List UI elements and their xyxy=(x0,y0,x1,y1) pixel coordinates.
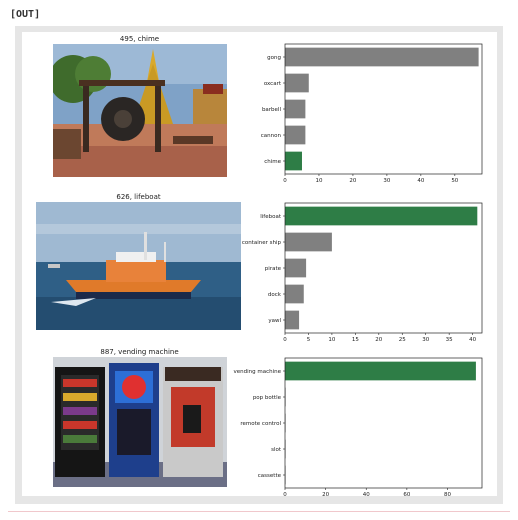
category-label: lifeboat xyxy=(260,214,282,220)
prediction-row-2: 626, lifeboat lifeboat container ship pira… xyxy=(22,191,497,343)
category-label: yawl xyxy=(268,318,281,324)
x-tick-label: 50 xyxy=(451,178,458,184)
bar-gong xyxy=(285,47,479,67)
x-tick-label: 80 xyxy=(444,492,451,498)
x-tick-label: 20 xyxy=(322,492,329,498)
prediction-bar-chart-3: vending machine pop bottle remote control s… xyxy=(233,357,483,498)
x-tick-label: 5 xyxy=(307,337,311,343)
bar-chime xyxy=(285,151,302,171)
prediction-row-3: 887, vending machine vending machine pop … xyxy=(22,346,497,498)
category-label: oxcart xyxy=(264,81,282,87)
prediction-bar-chart-1: gong oxcart barbell cannon chime 0 10 20 30 40 50 xyxy=(261,43,483,184)
category-label: vending machine xyxy=(233,369,281,375)
output-panel: 495, chime gong oxcart barbell cannon chime 0… xyxy=(22,32,497,498)
category-label: gong xyxy=(267,55,281,61)
bar-pirate xyxy=(285,258,307,278)
bar-yawl xyxy=(285,310,300,330)
category-label: cannon xyxy=(261,133,282,139)
bar-container-ship xyxy=(285,232,332,252)
image-title: 887, vending machine xyxy=(100,348,179,356)
temple-gong-photo xyxy=(53,44,227,177)
x-tick-label: 15 xyxy=(352,337,359,343)
cell-bottom-border xyxy=(8,511,510,512)
prediction-row-1: 495, chime gong oxcart barbell cannon chime 0… xyxy=(22,32,497,184)
image-title: 495, chime xyxy=(119,35,160,43)
x-tick-label: 35 xyxy=(446,337,453,343)
x-tick-label: 40 xyxy=(469,337,476,343)
x-tick-label: 10 xyxy=(315,178,322,184)
bar-oxcart xyxy=(285,73,309,93)
bar-cannon xyxy=(285,125,306,145)
vending-machines-photo xyxy=(53,357,227,487)
cell-output-label: [OUT] xyxy=(10,9,41,20)
bar-dock xyxy=(285,284,304,304)
image-title: 626, lifeboat xyxy=(116,193,161,201)
x-tick-label: 10 xyxy=(328,337,335,343)
x-tick-label: 0 xyxy=(283,178,287,184)
bar-barbell xyxy=(285,99,306,119)
category-label: slot xyxy=(271,447,282,453)
bar-vending-machine xyxy=(285,361,476,381)
category-label: remote control xyxy=(240,421,281,427)
x-tick-label: 40 xyxy=(417,178,424,184)
category-label: pop bottle xyxy=(253,395,282,401)
category-label: chime xyxy=(264,159,281,165)
x-tick-label: 60 xyxy=(403,492,410,498)
x-tick-label: 30 xyxy=(422,337,429,343)
category-label: barbell xyxy=(262,107,282,113)
category-label: cassette xyxy=(258,473,282,479)
x-tick-label: 25 xyxy=(399,337,406,343)
x-tick-label: 20 xyxy=(349,178,356,184)
category-label: pirate xyxy=(265,266,282,272)
bar-lifeboat xyxy=(285,206,478,226)
category-label: dock xyxy=(268,292,282,298)
x-tick-label: 40 xyxy=(363,492,370,498)
x-tick-label: 30 xyxy=(383,178,390,184)
x-tick-label: 20 xyxy=(375,337,382,343)
category-label: container ship xyxy=(242,240,282,246)
lifeboat-photo xyxy=(36,202,241,330)
x-tick-label: 0 xyxy=(283,337,287,343)
x-tick-label: 0 xyxy=(283,492,287,498)
prediction-bar-chart-2: lifeboat container ship pirate dock yawl 0 5 10… xyxy=(242,202,483,343)
